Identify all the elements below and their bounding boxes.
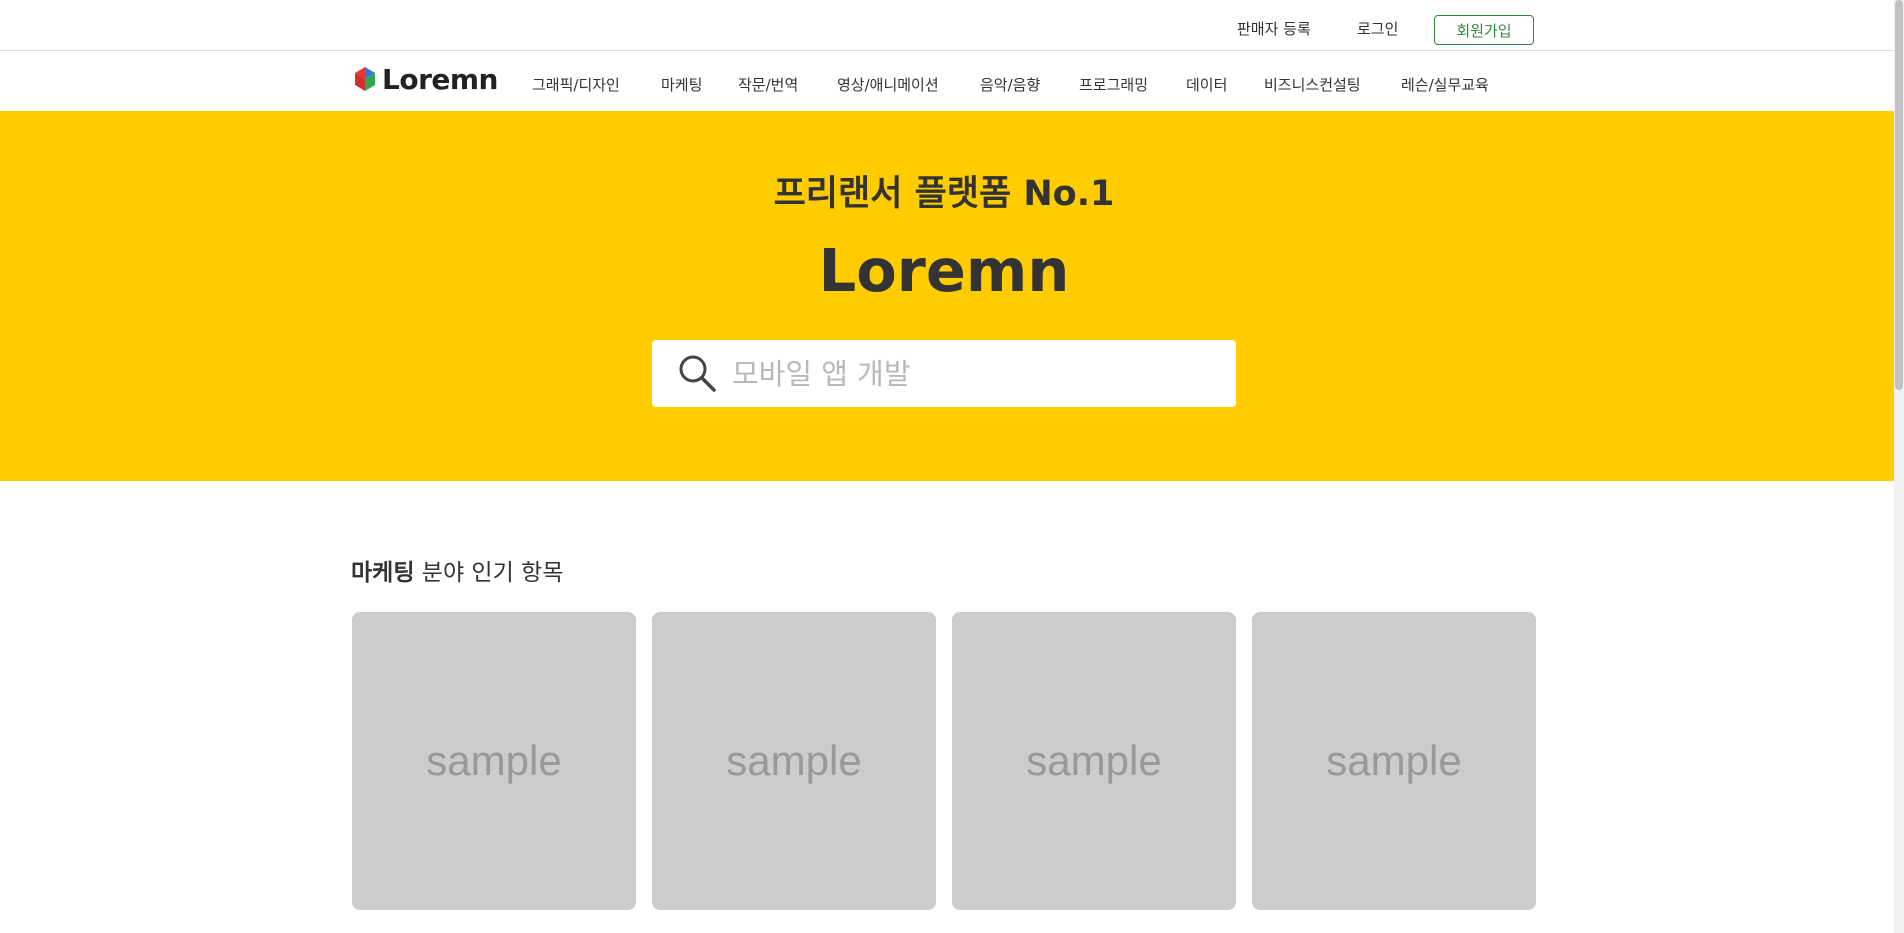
nav-item-programming[interactable]: 프로그래밍 [1079, 74, 1148, 95]
logo-text: Loremn [382, 62, 499, 96]
popular-card[interactable]: sample [1252, 612, 1536, 910]
nav-item-video-animation[interactable]: 영상/애니메이션 [837, 74, 939, 95]
nav-item-writing-translation[interactable]: 작문/번역 [738, 74, 798, 95]
page: 판매자 등록 로그인 회원가입 Loremn 그래픽/디자인 마케팅 작문/번역… [0, 0, 1894, 933]
signup-button-label: 회원가입 [1456, 21, 1512, 40]
nav-item-lesson-training[interactable]: 레슨/실무교육 [1401, 74, 1489, 95]
signup-button[interactable]: 회원가입 [1434, 15, 1534, 45]
hexagon-logo-icon [355, 67, 375, 91]
popular-card[interactable]: sample [952, 612, 1236, 910]
nav-item-marketing[interactable]: 마케팅 [661, 74, 702, 95]
popular-card[interactable]: sample [352, 612, 636, 910]
scrollbar-thumb[interactable] [1895, 0, 1903, 390]
popular-card[interactable]: sample [652, 612, 936, 910]
login-link[interactable]: 로그인 [1357, 18, 1398, 39]
card-label: sample [1326, 737, 1462, 784]
card-label: sample [726, 737, 862, 784]
hero-title: Loremn [818, 236, 1070, 305]
hero-banner: 프리랜서 플랫폼 No.1 Loremn [0, 111, 1894, 481]
nav-item-music-audio[interactable]: 음악/음향 [980, 74, 1040, 95]
search-icon[interactable] [676, 352, 718, 394]
logo[interactable]: Loremn [352, 62, 499, 96]
section-title-rest: 분야 인기 항목 [414, 560, 564, 586]
card-label: sample [426, 737, 562, 784]
main-nav: Loremn 그래픽/디자인 마케팅 작문/번역 영상/애니메이션 음악/음향 … [0, 51, 1894, 111]
search-box[interactable] [652, 340, 1236, 407]
hero-subtitle: 프리랜서 플랫폼 No.1 [773, 174, 1115, 214]
nav-item-graphic-design[interactable]: 그래픽/디자인 [532, 74, 620, 95]
section-title: 마케팅 분야 인기 항목 [351, 553, 563, 587]
search-input[interactable] [730, 350, 1224, 398]
nav-item-business-consulting[interactable]: 비즈니스컨설팅 [1264, 74, 1361, 95]
nav-item-data[interactable]: 데이터 [1186, 74, 1227, 95]
vertical-scrollbar[interactable] [1894, 0, 1904, 933]
seller-register-link[interactable]: 판매자 등록 [1237, 18, 1311, 39]
top-utility-bar: 판매자 등록 로그인 회원가입 [0, 0, 1894, 51]
card-label: sample [1026, 737, 1162, 784]
section-title-category: 마케팅 [351, 560, 415, 586]
